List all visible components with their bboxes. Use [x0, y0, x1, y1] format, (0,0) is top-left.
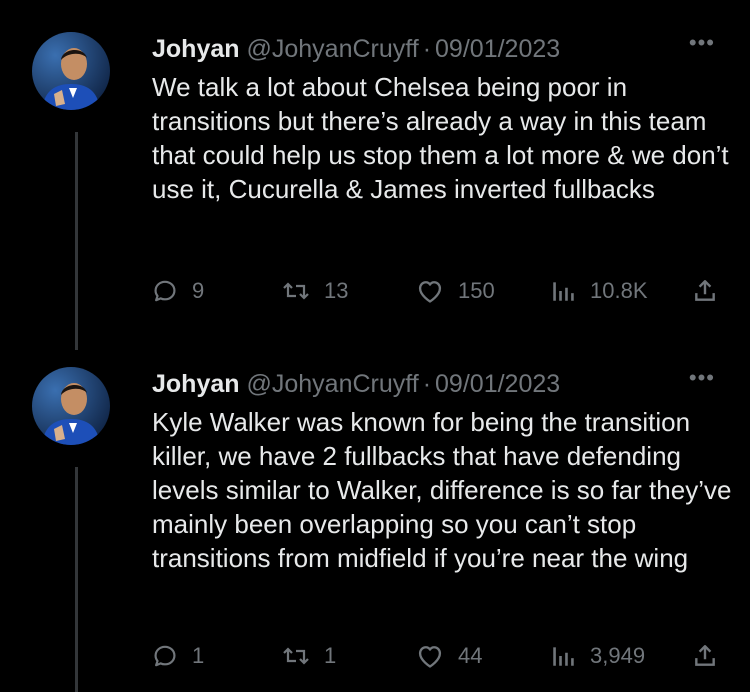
- tweet[interactable]: Johyan @JohyanCruyff · 09/01/2023 ••• We t…: [0, 0, 750, 350]
- heart-icon: [418, 281, 442, 303]
- separator: ·: [422, 370, 432, 398]
- reply-count: 9: [192, 278, 205, 303]
- thread-line: [75, 467, 78, 692]
- retweet-count: 13: [324, 278, 349, 303]
- tweet-header: Johyan @JohyanCruyff · 09/01/2023: [152, 32, 560, 66]
- more-options-icon[interactable]: •••: [689, 30, 715, 56]
- author-handle[interactable]: @JohyanCruyff: [246, 370, 418, 398]
- tweet-date[interactable]: 09/01/2023: [435, 35, 560, 63]
- reply-icon: [154, 280, 176, 302]
- retweet-count: 1: [324, 643, 337, 668]
- retweet-button[interactable]: 1: [282, 641, 336, 671]
- share-button[interactable]: [692, 641, 718, 671]
- author-name[interactable]: Johyan: [152, 35, 240, 63]
- views-button[interactable]: 3,949: [550, 641, 645, 671]
- avatar-image: [32, 32, 110, 110]
- tweet-text: Kyle Walker was known for being the tran…: [152, 407, 732, 573]
- retweet-button[interactable]: 13: [282, 276, 348, 306]
- reply-count: 1: [192, 643, 205, 668]
- like-button[interactable]: 150: [416, 276, 495, 306]
- author-name[interactable]: Johyan: [152, 370, 240, 398]
- views-icon: [553, 282, 574, 301]
- tweet-date[interactable]: 09/01/2023: [435, 370, 560, 398]
- author-handle[interactable]: @JohyanCruyff: [246, 35, 418, 63]
- retweet-icon: [283, 647, 309, 665]
- like-count: 44: [458, 643, 483, 668]
- separator: ·: [422, 35, 432, 63]
- share-icon: [695, 645, 715, 666]
- reply-button[interactable]: 9: [152, 276, 204, 306]
- like-count: 150: [458, 278, 495, 303]
- like-button[interactable]: 44: [416, 641, 482, 671]
- tweet-header: Johyan @JohyanCruyff · 09/01/2023: [152, 367, 560, 401]
- views-button[interactable]: 10.8K: [550, 276, 648, 306]
- tweet-actions: 9 13 150 10.8K: [152, 276, 722, 306]
- views-count: 10.8K: [590, 278, 648, 303]
- tweet-actions: 1 1 44 3,949: [152, 641, 722, 671]
- reply-icon: [154, 645, 176, 667]
- share-icon: [695, 280, 715, 301]
- views-icon: [553, 647, 574, 666]
- reply-button[interactable]: 1: [152, 641, 204, 671]
- avatar-image: [32, 367, 110, 445]
- avatar[interactable]: [32, 367, 110, 445]
- share-button[interactable]: [692, 276, 718, 306]
- heart-icon: [418, 646, 442, 668]
- retweet-icon: [283, 282, 309, 300]
- thread-line: [75, 132, 78, 350]
- views-count: 3,949: [590, 643, 646, 668]
- tweet-text: We talk a lot about Chelsea being poor i…: [152, 72, 729, 204]
- more-options-icon[interactable]: •••: [689, 365, 715, 391]
- avatar[interactable]: [32, 32, 110, 110]
- tweet[interactable]: Johyan @JohyanCruyff · 09/01/2023 ••• Kyle…: [0, 335, 750, 692]
